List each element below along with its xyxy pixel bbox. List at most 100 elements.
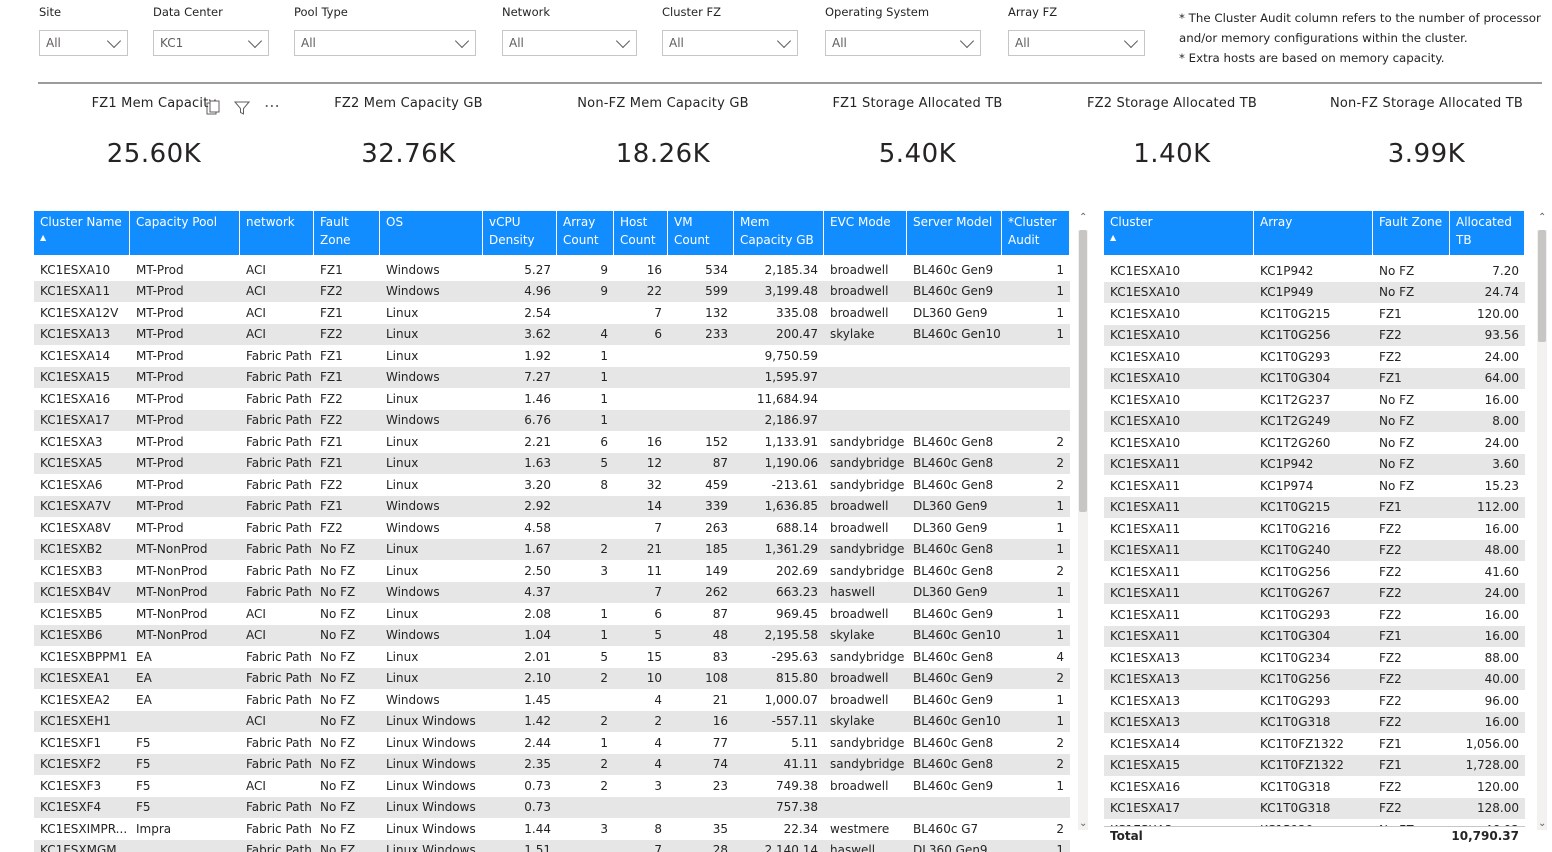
table-row[interactable]: KC1ESXA6 MT-Prod Fabric Path FZ2 Linux 3.20 8 3… xyxy=(34,474,1070,496)
column-header[interactable]: Cluster ▲ xyxy=(1104,211,1254,255)
slicer-dropdown[interactable]: All xyxy=(502,30,637,56)
column-header[interactable]: Fault Zone xyxy=(314,211,380,255)
scrollbar-thumb[interactable] xyxy=(1079,230,1087,512)
table-cell: haswell xyxy=(830,843,876,852)
copy-icon[interactable] xyxy=(206,100,220,120)
table-row[interactable]: KC1ESXB4V MT-NonProd Fabric Path No FZ Windo… xyxy=(34,581,1070,603)
table-row[interactable]: KC1ESXA11 MT-Prod ACI FZ2 Windows 4.96 9 22 599 3… xyxy=(34,280,1070,302)
table-row[interactable]: KC1ESXA10 MT-Prod ACI FZ1 Windows 5.27 9 16 534 2… xyxy=(34,259,1070,281)
table-row[interactable]: KC1ESXA10 KC1T0G215 FZ1 120.00 xyxy=(1104,303,1525,325)
table-row[interactable]: KC1ESXA11 KC1T0G240 FZ2 48.00 xyxy=(1104,539,1525,561)
table-row[interactable]: KC1ESXA13 MT-Prod ACI FZ2 Linux 3.62 4 6 233 200.… xyxy=(34,323,1070,345)
column-header[interactable]: Array Count xyxy=(557,211,614,255)
table-row[interactable]: KC1ESXA15 KC1T0FZ1322 FZ1 1,728.00 xyxy=(1104,754,1525,776)
slicer-dropdown[interactable]: All xyxy=(39,30,128,56)
column-header[interactable]: vCPU Density xyxy=(483,211,557,255)
table-row[interactable]: KC1ESXA11 KC1P974 No FZ 15.23 xyxy=(1104,475,1525,497)
cluster-table-scrollbar[interactable] xyxy=(1078,230,1088,830)
table-row[interactable]: KC1ESXA10 KC1T2G249 No FZ 8.00 xyxy=(1104,410,1525,432)
slicer-dropdown[interactable]: KC1 xyxy=(153,30,269,56)
table-row[interactable]: KC1ESXB2 MT-NonProd Fabric Path No FZ Linux 1… xyxy=(34,538,1070,560)
table-row[interactable]: KC1ESXA11 KC1T0G215 FZ1 112.00 xyxy=(1104,496,1525,518)
slicer-dropdown[interactable]: All xyxy=(294,30,476,56)
table-row[interactable]: KC1ESXA10 KC1P942 No FZ 7.20 xyxy=(1104,260,1525,282)
table-row[interactable]: KC1ESXA13 KC1T0G256 FZ2 40.00 xyxy=(1104,668,1525,690)
table-row[interactable]: KC1ESXA7V MT-Prod Fabric Path FZ1 Windows 2.9… xyxy=(34,495,1070,517)
slicer-dropdown[interactable]: All xyxy=(1008,30,1145,56)
table-row[interactable]: KC1ESXA10 KC1T0G293 FZ2 24.00 xyxy=(1104,346,1525,368)
table-row[interactable]: KC1ESXA17 MT-Prod Fabric Path FZ2 Windows 6.7… xyxy=(34,409,1070,431)
table-row[interactable]: KC1ESXB3 MT-NonProd Fabric Path No FZ Linux 2… xyxy=(34,560,1070,582)
table-row[interactable]: KC1ESXA5 MT-Prod Fabric Path FZ1 Linux 1.63 5 1… xyxy=(34,452,1070,474)
table-row[interactable]: KC1ESXA10 KC1T0G304 FZ1 64.00 xyxy=(1104,367,1525,389)
slicer-dropdown[interactable]: All xyxy=(662,30,798,56)
table-row[interactable]: KC1ESXA10 KC1P949 No FZ 24.74 xyxy=(1104,281,1525,303)
table-row[interactable]: KC1ESXA11 KC1P942 No FZ 3.60 xyxy=(1104,453,1525,475)
table-row[interactable]: KC1ESXBPPM1 EA Fabric Path No FZ Linux 2.01 5 1… xyxy=(34,646,1070,668)
chevron-down-icon xyxy=(776,33,792,48)
array-table-scrollbar[interactable] xyxy=(1537,230,1547,830)
column-header[interactable]: Mem Capacity GB xyxy=(734,211,824,255)
scroll-down-icon[interactable]: ⌄ xyxy=(1538,818,1546,829)
table-row[interactable]: KC1ESXA11 KC1T0G293 FZ2 16.00 xyxy=(1104,604,1525,626)
column-header[interactable]: Allocated TB xyxy=(1450,211,1525,255)
table-row[interactable]: KC1ESXF2 F5 Fabric Path No FZ Linux Windows 2… xyxy=(34,753,1070,775)
table-row[interactable]: KC1ESXA13 KC1T0G318 FZ2 16.00 xyxy=(1104,711,1525,733)
table-row[interactable]: KC1ESXEA1 EA Fabric Path No FZ Linux 2.10 2 10 1… xyxy=(34,667,1070,689)
table-row[interactable]: KC1ESXA3KC1P929No FZ46.92 xyxy=(1104,819,1525,826)
column-header[interactable]: OS xyxy=(380,211,483,255)
more-options-icon[interactable]: ⋯ xyxy=(264,98,280,120)
column-header[interactable]: *Cluster Audit xyxy=(1002,211,1070,255)
table-row[interactable]: KC1ESXMGM... Fabric Path No FZ Linux Window… xyxy=(34,839,1070,852)
column-header[interactable]: Cluster Name ▲ xyxy=(34,211,130,255)
column-header[interactable]: network xyxy=(240,211,314,255)
table-row[interactable]: KC1ESXA12V MT-Prod ACI FZ1 Linux 2.54 7 132 335.… xyxy=(34,302,1070,324)
filter-icon[interactable] xyxy=(233,100,251,120)
table-row[interactable]: KC1ESXEA2 EA Fabric Path No FZ Windows 1.45 4 2… xyxy=(34,689,1070,711)
table-row[interactable]: KC1ESXA14 MT-Prod Fabric Path FZ1 Linux 1.92 1… xyxy=(34,345,1070,367)
table-row[interactable]: KC1ESXF3 F5 ACI No FZ Linux Windows 0.73 2 3 23 7… xyxy=(34,775,1070,797)
table-row[interactable]: KC1ESXA10 KC1T2G260 No FZ 24.00 xyxy=(1104,432,1525,454)
table-cell: 2.44 xyxy=(524,735,551,750)
column-header[interactable]: VM Count xyxy=(668,211,734,255)
table-row[interactable]: KC1ESXA16 KC1T0G318 FZ2 120.00 xyxy=(1104,776,1525,798)
table-row[interactable]: KC1ESXIMPR... Impra Fabric Path No FZ Linux … xyxy=(34,818,1070,840)
table-row[interactable]: KC1ESXA3 MT-Prod Fabric Path FZ1 Linux 2.21 6 1… xyxy=(34,431,1070,453)
table-row[interactable]: KC1ESXEH1 ACI No FZ Linux Windows 1.42 2 2 16 -5… xyxy=(34,710,1070,732)
table-row[interactable]: KC1ESXA8V MT-Prod Fabric Path FZ2 Windows 4.5… xyxy=(34,517,1070,539)
table-row[interactable]: KC1ESXA17 KC1T0G318 FZ2 128.00 xyxy=(1104,797,1525,819)
column-header[interactable]: Server Model xyxy=(907,211,1002,255)
table-row[interactable]: KC1ESXA15 MT-Prod Fabric Path FZ1 Windows 7.2… xyxy=(34,366,1070,388)
table-cell: 16.00 xyxy=(1484,715,1519,730)
table-row[interactable]: KC1ESXA11 KC1T0G267 FZ2 24.00 xyxy=(1104,582,1525,604)
scrollbar-thumb[interactable] xyxy=(1538,230,1546,342)
table-cell: No FZ xyxy=(320,649,356,664)
table-row[interactable]: KC1ESXA16 MT-Prod Fabric Path FZ2 Linux 1.46 1… xyxy=(34,388,1070,410)
table-cell: KC1ESXA10 xyxy=(40,262,111,277)
table-cell: Fabric Path xyxy=(246,477,312,492)
table-row[interactable]: KC1ESXA13 KC1T0G234 FZ2 88.00 xyxy=(1104,647,1525,669)
table-row[interactable]: KC1ESXA11 KC1T0G256 FZ2 41.60 xyxy=(1104,561,1525,583)
table-row[interactable]: KC1ESXA14 KC1T0FZ1322 FZ1 1,056.00 xyxy=(1104,733,1525,755)
column-header[interactable]: EVC Mode xyxy=(824,211,907,255)
table-cell: BL460c Gen9 xyxy=(913,262,994,277)
table-row[interactable]: KC1ESXB6 MT-NonProd ACI No FZ Windows 1.04 1 5 4… xyxy=(34,624,1070,646)
scroll-up-icon[interactable]: ⌃ xyxy=(1079,212,1087,223)
slicer-dropdown[interactable]: All xyxy=(825,30,981,56)
column-header[interactable]: Fault Zone xyxy=(1373,211,1450,255)
table-cell: KC1ESXA3 xyxy=(1104,823,1254,826)
column-header[interactable]: Capacity Pool xyxy=(130,211,240,255)
table-row[interactable]: KC1ESXF1 F5 Fabric Path No FZ Linux Windows 2… xyxy=(34,732,1070,754)
table-row[interactable]: KC1ESXA11 KC1T0G304 FZ1 16.00 xyxy=(1104,625,1525,647)
column-header[interactable]: Host Count xyxy=(614,211,668,255)
scroll-down-icon[interactable]: ⌄ xyxy=(1079,818,1087,829)
table-row[interactable]: KC1ESXA11 KC1T0G216 FZ2 16.00 xyxy=(1104,518,1525,540)
column-header[interactable]: Array xyxy=(1254,211,1373,255)
table-row[interactable]: KC1ESXA13 KC1T0G293 FZ2 96.00 xyxy=(1104,690,1525,712)
scroll-up-icon[interactable]: ⌃ xyxy=(1538,212,1546,223)
table-row[interactable]: KC1ESXB5 MT-NonProd ACI No FZ Linux 2.08 1 6 87 9… xyxy=(34,603,1070,625)
table-row[interactable]: KC1ESXA10 KC1T0G256 FZ2 93.56 xyxy=(1104,324,1525,346)
table-row[interactable]: KC1ESXA10 KC1T2G237 No FZ 16.00 xyxy=(1104,389,1525,411)
table-cell: 21 xyxy=(646,542,662,557)
table-row[interactable]: KC1ESXF4 F5 Fabric Path No FZ Linux Windows 0… xyxy=(34,796,1070,818)
